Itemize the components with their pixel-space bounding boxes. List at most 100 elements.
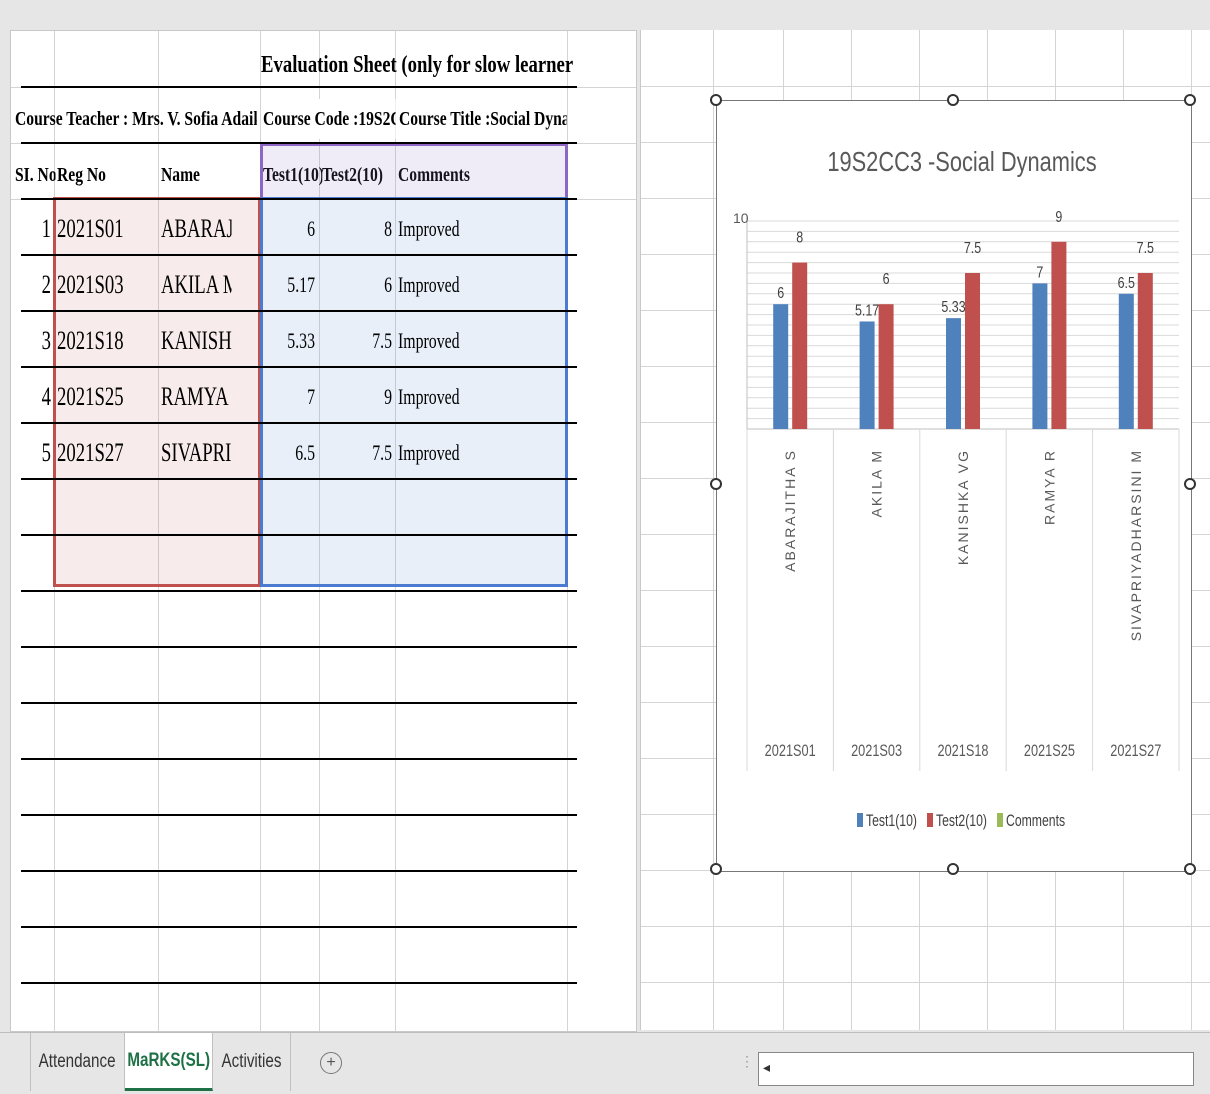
- category-name-label: ABARAJITHA S: [782, 449, 798, 572]
- cell-name[interactable]: AKILA M: [161, 265, 232, 305]
- cell-reg-no[interactable]: 2021S18: [57, 321, 128, 361]
- course-teacher-cell[interactable]: Course Teacher : Mrs. V. Sofia Adaikala …: [15, 99, 257, 139]
- cell-name[interactable]: SIVAPRIYADH: [161, 433, 232, 473]
- tab-activities[interactable]: Activities: [213, 1033, 291, 1091]
- split-handle-icon[interactable]: ⋮: [740, 1054, 754, 1068]
- tab-attendance[interactable]: Attendance: [30, 1033, 125, 1091]
- bar-chart: 19S2CC3 -Social Dynamics 10 6 8 ABARAJITHA S…: [733, 146, 1180, 831]
- cell-test2[interactable]: 7.5: [341, 433, 392, 473]
- cell-test2[interactable]: 9: [341, 377, 392, 417]
- row-border: [21, 590, 577, 592]
- bar-test2: [792, 262, 808, 429]
- cell-reg-no[interactable]: 2021S03: [57, 265, 128, 305]
- cell-name[interactable]: KANISHKA V: [161, 321, 232, 361]
- data-label: 8: [796, 229, 803, 247]
- row-border: [21, 814, 577, 816]
- gridline: [641, 926, 1210, 927]
- resize-handle-bottom-middle[interactable]: [947, 863, 959, 875]
- data-label: 7: [1036, 264, 1043, 282]
- cell-test1[interactable]: 7: [276, 377, 315, 417]
- bar-test2: [1137, 273, 1153, 429]
- data-label: 6: [777, 285, 784, 303]
- cell-test1[interactable]: 6: [276, 209, 315, 249]
- category-name-label: AKILA M: [869, 449, 885, 517]
- row-border: [21, 198, 577, 200]
- sheet-title[interactable]: Evaluation Sheet (only for slow learners…: [261, 43, 573, 87]
- cell-sl-no[interactable]: 2: [25, 265, 51, 305]
- row-border: [21, 310, 577, 312]
- y-axis-tick-label: 10: [733, 210, 749, 226]
- legend-label: Test2(10): [936, 812, 987, 830]
- data-label: 7.5: [1137, 240, 1154, 258]
- chart-title: 19S2CC3 -Social Dynamics: [827, 146, 1096, 177]
- cell-test2[interactable]: 6: [341, 265, 392, 305]
- legend-swatch: [927, 813, 933, 827]
- legend-label: Test1(10): [866, 812, 917, 830]
- cell-reg-no[interactable]: 2021S27: [57, 433, 128, 473]
- cell-sl-no[interactable]: 3: [25, 321, 51, 361]
- row-border: [21, 86, 577, 88]
- bar-test2: [1051, 241, 1067, 429]
- cell-test1[interactable]: 5.17: [276, 265, 315, 305]
- cell-comment[interactable]: Improved: [398, 433, 506, 473]
- category-reg-label: 2021S27: [1110, 741, 1161, 760]
- cell-sl-no[interactable]: 5: [25, 433, 51, 473]
- row-border: [21, 142, 577, 144]
- cell-comment[interactable]: Improved: [398, 321, 506, 361]
- tab-marks-sl[interactable]: MaRKS(SL): [125, 1033, 213, 1091]
- header-name[interactable]: Name: [161, 155, 255, 195]
- data-label: 5.33: [941, 299, 965, 317]
- row-border: [21, 422, 577, 424]
- cell-test1[interactable]: 5.33: [276, 321, 315, 361]
- bar-test1: [1032, 283, 1048, 429]
- spreadsheet-grid[interactable]: Evaluation Sheet (only for slow learners…: [10, 30, 637, 1032]
- row-border: [21, 254, 577, 256]
- bar-test2: [965, 273, 980, 429]
- category-name-label: SIVAPRIYADHARSINI M: [1128, 449, 1144, 641]
- cell-comment[interactable]: Improved: [398, 209, 506, 249]
- resize-handle-middle-right[interactable]: [1184, 478, 1196, 490]
- row-border: [21, 758, 577, 760]
- cell-test1[interactable]: 6.5: [276, 433, 315, 473]
- row-border: [21, 702, 577, 704]
- tab-label: MaRKS(SL): [127, 1049, 210, 1071]
- range-highlight-purple: [260, 143, 568, 200]
- header-sl-no[interactable]: SI. No: [15, 155, 56, 195]
- add-sheet-icon[interactable]: +: [320, 1052, 342, 1074]
- cell-reg-no[interactable]: 2021S25: [57, 377, 128, 417]
- category-reg-label: 2021S18: [937, 741, 988, 760]
- resize-handle-top-middle[interactable]: [947, 94, 959, 106]
- chart-object[interactable]: 19S2CC3 -Social Dynamics 10 6 8 ABARAJITHA S…: [716, 100, 1192, 872]
- category-name-label: KANISHKA VG: [955, 449, 971, 565]
- tab-label: Attendance: [39, 1051, 116, 1072]
- legend-swatch: [997, 813, 1003, 827]
- resize-handle-top-left[interactable]: [710, 94, 722, 106]
- course-code-cell[interactable]: Course Code :19S2CC3: [263, 99, 396, 139]
- cell-test2[interactable]: 7.5: [341, 321, 392, 361]
- category-name-label: RAMYA R: [1041, 449, 1057, 525]
- course-title-cell[interactable]: Course Title :Social Dynamics: [399, 99, 567, 139]
- cell-sl-no[interactable]: 1: [25, 209, 51, 249]
- row-border: [21, 366, 577, 368]
- horizontal-scrollbar[interactable]: ◂: [758, 1052, 1194, 1086]
- bar-test1: [773, 304, 789, 429]
- cell-reg-no[interactable]: 2021S01: [57, 209, 128, 249]
- row-border: [21, 534, 577, 536]
- data-label: 7.5: [964, 240, 981, 258]
- cell-comment[interactable]: Improved: [398, 377, 506, 417]
- category-reg-label: 2021S03: [851, 741, 902, 760]
- bar-test2: [878, 304, 894, 429]
- resize-handle-top-right[interactable]: [1184, 94, 1196, 106]
- cell-test2[interactable]: 8: [341, 209, 392, 249]
- cell-name[interactable]: ABARAJITHA: [161, 209, 232, 249]
- data-label: 9: [1055, 208, 1062, 226]
- cell-sl-no[interactable]: 4: [25, 377, 51, 417]
- resize-handle-bottom-left[interactable]: [710, 863, 722, 875]
- scroll-left-icon[interactable]: ◂: [763, 1059, 770, 1076]
- resize-handle-middle-left[interactable]: [710, 478, 722, 490]
- legend-label: Comments: [1006, 812, 1065, 830]
- resize-handle-bottom-right[interactable]: [1184, 863, 1196, 875]
- cell-comment[interactable]: Improved: [398, 265, 506, 305]
- header-reg-no[interactable]: Reg No: [57, 155, 151, 195]
- cell-name[interactable]: RAMYA R: [161, 377, 232, 417]
